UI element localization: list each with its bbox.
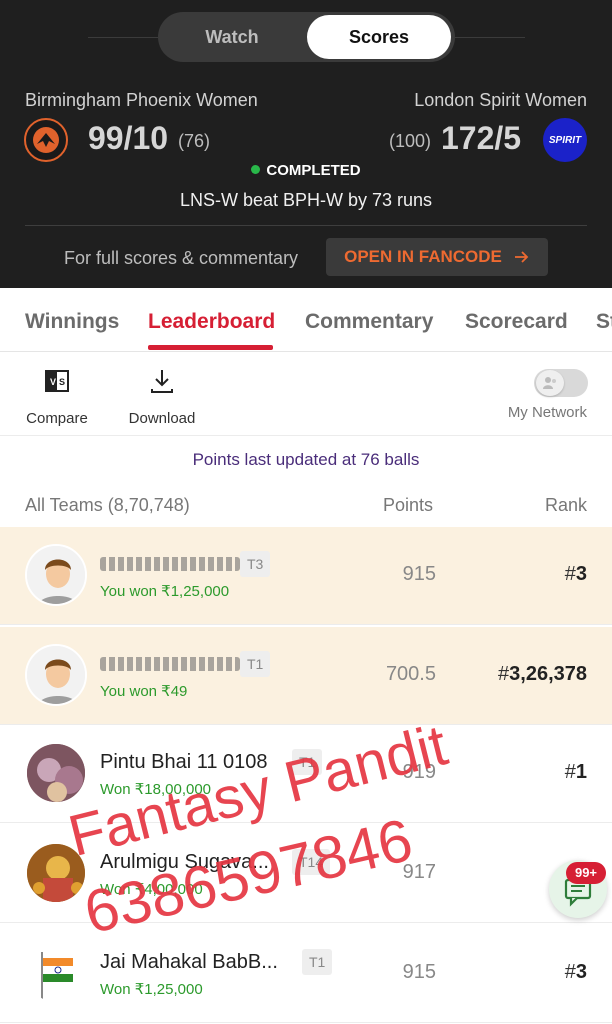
points-updated-text: Points last updated at 76 balls (192, 450, 420, 469)
toggle-knob (536, 370, 564, 396)
rank-prefix: # (564, 961, 576, 983)
rank-number: 3 (575, 961, 587, 983)
tab-stats[interactable]: St (596, 310, 612, 334)
leaderboard-toolbar: V S Compare Download My Network (0, 352, 612, 436)
rank-value: #3,26,378 (498, 663, 587, 686)
winnings-text: You won ₹49 (100, 683, 188, 700)
tab-winnings[interactable]: Winnings (25, 310, 119, 334)
winnings-text: You won ₹1,25,000 (100, 583, 230, 600)
team-tag: T1 (240, 651, 271, 677)
avatar (25, 742, 87, 804)
watch-scores-toggle: Watch Scores (158, 12, 455, 62)
team2-overs: (100) (389, 131, 432, 151)
team2-logo: SPIRIT (543, 118, 587, 162)
team-tag: T1 (302, 949, 333, 975)
photo-avatar-icon (27, 744, 85, 802)
status-dot-icon (251, 165, 261, 174)
svg-text:V: V (50, 377, 56, 387)
rank-prefix: # (564, 761, 576, 783)
avatar (25, 644, 87, 706)
download-icon (151, 370, 173, 393)
rank-header: Rank (544, 495, 587, 515)
avatar (25, 544, 87, 606)
redacted-team-name (100, 557, 240, 571)
match-status: COMPLETED (0, 162, 612, 179)
status-text: COMPLETED (266, 162, 361, 179)
rank-prefix: # (564, 563, 576, 585)
download-button[interactable]: Download (127, 366, 197, 427)
download-label: Download (128, 410, 196, 427)
phoenix-icon (33, 127, 59, 153)
points-value: 915 (402, 563, 436, 585)
team2-name: London Spirit Women (414, 90, 587, 110)
app-screen: Watch Scores Birmingham Phoenix Women Lo… (0, 0, 612, 1024)
compare-button[interactable]: V S Compare (25, 366, 89, 427)
svg-text:S: S (59, 377, 65, 387)
divider-line (88, 37, 158, 38)
rank-value: #1 (565, 761, 587, 784)
watch-button[interactable]: Watch (162, 15, 302, 59)
compare-label: Compare (26, 410, 88, 427)
match-header: Watch Scores Birmingham Phoenix Women Lo… (0, 0, 612, 288)
arrow-right-icon (514, 251, 529, 263)
spirit-logo-text: SPIRIT (548, 134, 582, 146)
full-scores-text: For full scores & commentary (64, 248, 299, 268)
match-result: LNS-W beat BPH-W by 73 runs (179, 190, 433, 210)
divider-line (455, 37, 525, 38)
team-tag: T3 (240, 551, 271, 577)
winnings-text: Won ₹1,25,000 (100, 981, 203, 998)
rank-number: 1 (575, 761, 587, 783)
divider (25, 225, 587, 226)
points-header: Points (383, 495, 434, 515)
rank-number: 3 (575, 563, 587, 585)
tab-commentary[interactable]: Commentary (305, 310, 433, 334)
my-network-toggle[interactable] (534, 369, 588, 397)
my-network-label: My Network (507, 404, 587, 421)
open-in-fancode-button[interactable]: OPEN IN FANCODE (326, 238, 548, 276)
tab-leaderboard[interactable]: Leaderboard (148, 310, 275, 334)
team1-score: 99/10 (88, 120, 169, 156)
rank-prefix: # (498, 663, 510, 685)
team1-logo (24, 118, 68, 162)
india-flag-icon (27, 944, 85, 1002)
leaderboard-row[interactable]: T1 You won ₹49 700.5 #3,26,378 (0, 627, 612, 725)
contest-tabs: Winnings Leaderboard Commentary Scorecar… (0, 288, 612, 352)
rank-number: 3,26,378 (509, 663, 587, 685)
team1-overs: (76) (178, 131, 211, 151)
people-icon (543, 377, 556, 389)
team1-name: Birmingham Phoenix Women (25, 90, 258, 110)
active-tab-indicator (148, 345, 273, 350)
open-fancode-label: OPEN IN FANCODE (344, 247, 502, 266)
rank-value: #3 (565, 563, 587, 586)
team2-score: 172/5 (441, 120, 522, 156)
vs-icon: V S (45, 370, 69, 392)
points-value: 700.5 (385, 663, 436, 685)
all-teams-header: All Teams (8,70,748) (25, 495, 190, 515)
redacted-team-name (100, 657, 240, 671)
scores-button[interactable]: Scores (307, 15, 451, 59)
chat-count-badge: 99+ (566, 862, 606, 884)
tab-scorecard[interactable]: Scorecard (465, 310, 568, 334)
leaderboard-row[interactable]: T3 You won ₹1,25,000 915 #3 (0, 527, 612, 625)
team-name: Jai Mahakal BabB... (100, 951, 278, 973)
default-avatar-icon (27, 646, 85, 704)
rank-value: #3 (565, 961, 587, 984)
avatar (25, 942, 87, 1004)
default-avatar-icon (27, 546, 85, 604)
points-value: 915 (402, 961, 436, 983)
